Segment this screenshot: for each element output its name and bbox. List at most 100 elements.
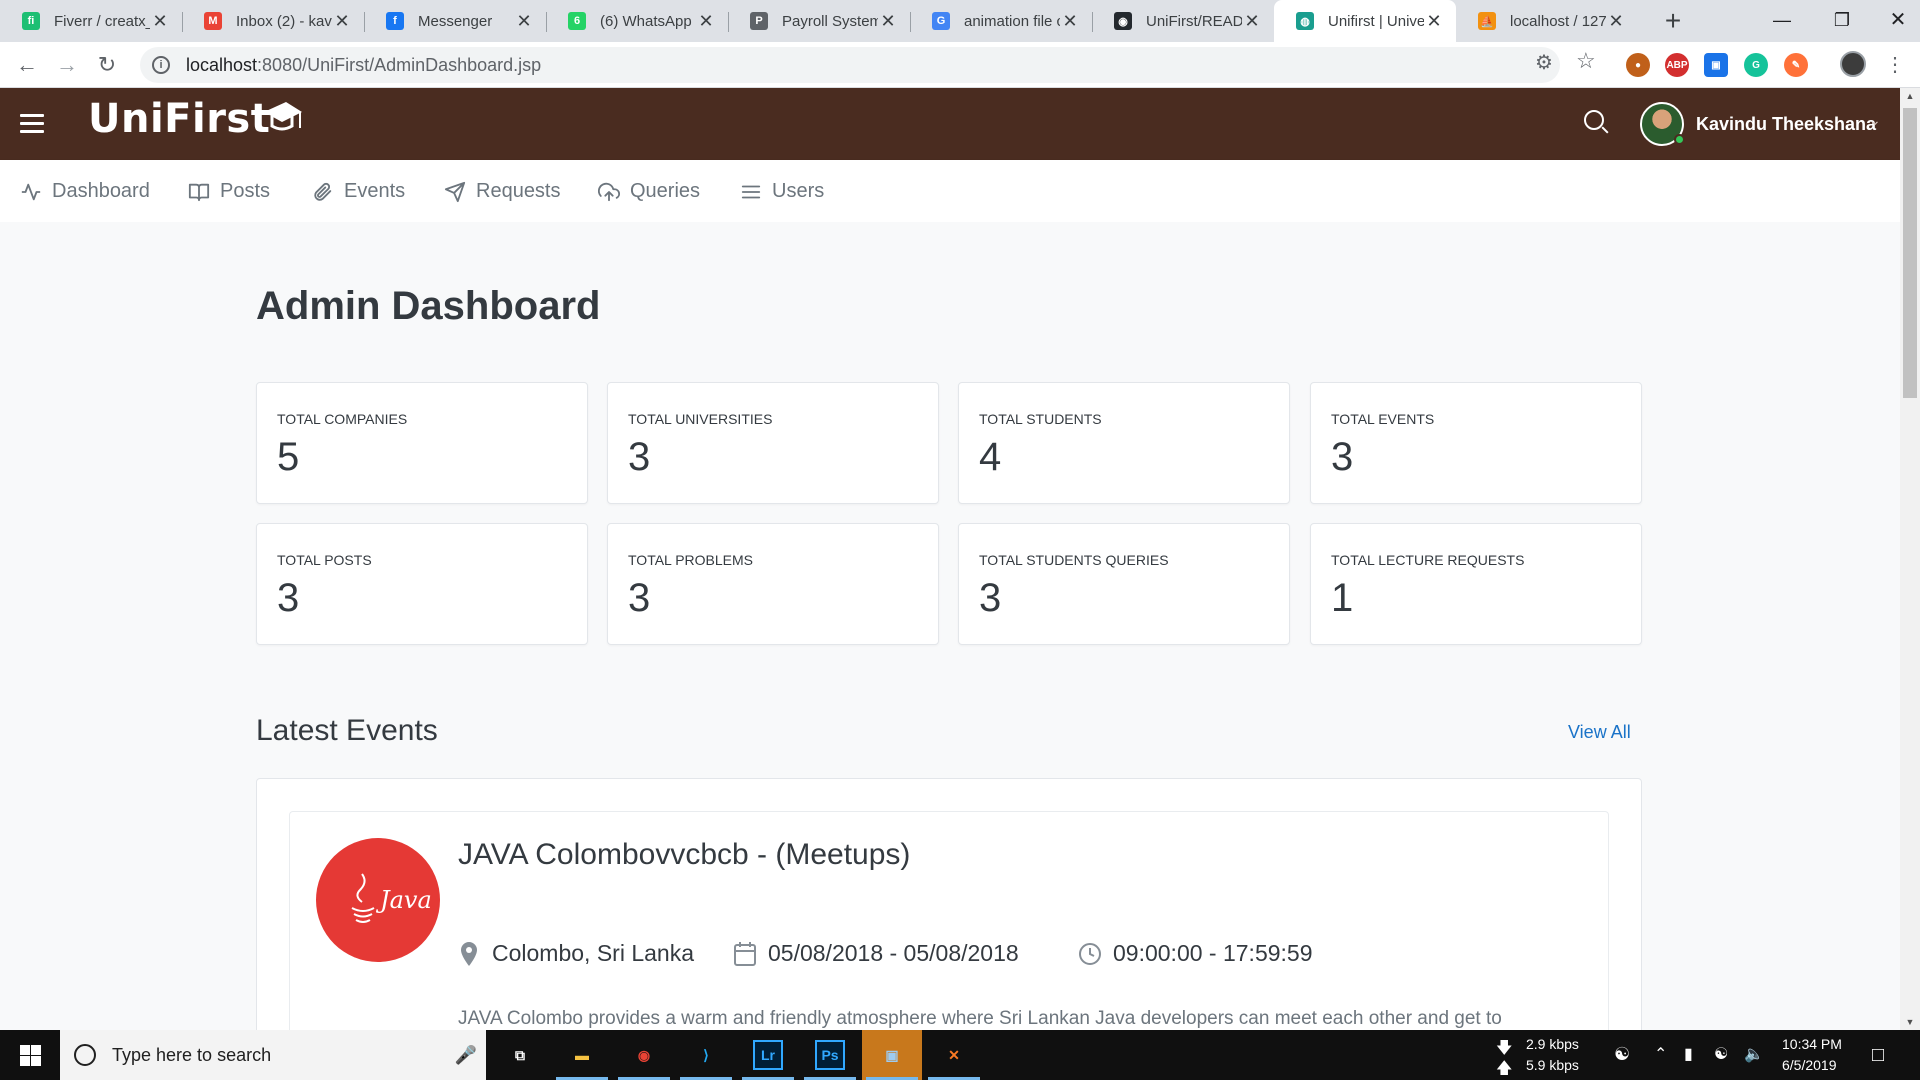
hamburger-menu-icon[interactable] xyxy=(20,114,44,134)
reload-button[interactable]: ↻ xyxy=(92,50,122,80)
adblock-plus-icon[interactable]: ABP xyxy=(1665,53,1689,77)
vscode-icon: ⟩ xyxy=(703,1046,709,1063)
view-all-events-link[interactable]: View All xyxy=(1568,722,1631,743)
translate-icon[interactable]: ⚙ xyxy=(1535,50,1553,75)
battery-icon[interactable]: ▮ xyxy=(1684,1044,1693,1064)
browser-tab-title: UniFirst/READM xyxy=(1146,12,1242,30)
net-up-speed: 5.9 kbps xyxy=(1526,1057,1579,1073)
stat-card-students[interactable]: TOTAL STUDENTS 4 xyxy=(958,382,1290,504)
taskbar-app-xampp[interactable]: ✕ xyxy=(924,1030,984,1080)
tab-close-icon[interactable]: ✕ xyxy=(150,11,170,32)
page-scrollbar[interactable]: ▲ ▼ xyxy=(1900,88,1920,1030)
taskbar-app-task-view[interactable]: ⧉ xyxy=(490,1030,550,1080)
stat-card-student-queries[interactable]: TOTAL STUDENTS QUERIES 3 xyxy=(958,523,1290,645)
site-info-icon[interactable]: i xyxy=(152,56,170,74)
nav-item-events[interactable]: Events xyxy=(312,180,405,203)
microphone-icon[interactable]: 🎤 xyxy=(446,1045,486,1066)
tab-close-icon[interactable]: ✕ xyxy=(1242,11,1262,32)
taskbar-app-virtualbox[interactable]: ▣ xyxy=(862,1030,922,1080)
tab-close-icon[interactable]: ✕ xyxy=(878,11,898,32)
stat-card-companies[interactable]: TOTAL COMPANIES 5 xyxy=(256,382,588,504)
user-name[interactable]: Kavindu Theekshana xyxy=(1696,114,1876,135)
extension-save-icon[interactable]: ▣ xyxy=(1704,53,1728,77)
url-text[interactable]: localhost:8080/UniFirst/AdminDashboard.j… xyxy=(186,55,541,76)
tab-close-icon[interactable]: ✕ xyxy=(1424,11,1444,32)
tab-close-icon[interactable]: ✕ xyxy=(696,11,716,32)
people-icon[interactable]: ☯ xyxy=(1614,1044,1630,1065)
nav-item-dashboard[interactable]: Dashboard xyxy=(20,180,150,203)
taskbar-app-vscode[interactable]: ⟩ xyxy=(676,1030,736,1080)
stat-card-posts[interactable]: TOTAL POSTS 3 xyxy=(256,523,588,645)
list-icon xyxy=(741,185,761,198)
url-path: :8080/UniFirst/AdminDashboard.jsp xyxy=(257,54,542,75)
stat-label: TOTAL LECTURE REQUESTS xyxy=(1331,552,1525,568)
browser-tab[interactable]: Ganimation file c ✕ xyxy=(910,0,1092,42)
back-button[interactable]: ← xyxy=(12,50,42,80)
minimize-button[interactable]: — xyxy=(1752,0,1812,42)
browser-tab[interactable]: M Inbox (2) - kavi ✕ xyxy=(182,0,364,42)
scrollbar-thumb[interactable] xyxy=(1903,108,1917,398)
event-card[interactable]: Java JAVA Colombovvcbcb - (Meetups) Colo… xyxy=(289,811,1609,1030)
github-icon: ◉ xyxy=(1114,12,1132,30)
scroll-down-arrow-icon[interactable]: ▼ xyxy=(1900,1014,1920,1030)
nav-label-users: Users xyxy=(772,180,825,202)
extension-cookie-icon[interactable]: ● xyxy=(1626,53,1650,77)
close-window-button[interactable]: ✕ xyxy=(1868,0,1920,42)
taskbar-app-file-explorer[interactable]: ▬ xyxy=(552,1030,612,1080)
tray-chevron-up-icon[interactable]: ⌃ xyxy=(1654,1044,1667,1064)
stat-card-events[interactable]: TOTAL EVENTS 3 xyxy=(1310,382,1642,504)
volume-icon[interactable]: 🔈 xyxy=(1744,1044,1764,1064)
google-icon: G xyxy=(932,12,950,30)
browser-tab[interactable]: fi Fiverr / creatx_c✕ xyxy=(0,0,182,42)
unifirst-logo[interactable]: UniFirst xyxy=(88,96,270,142)
tab-close-icon[interactable]: ✕ xyxy=(1606,11,1626,32)
address-bar[interactable]: i localhost:8080/UniFirst/AdminDashboard… xyxy=(140,47,1560,83)
nav-item-requests[interactable]: Requests xyxy=(444,180,561,203)
tab-close-icon[interactable]: ✕ xyxy=(514,11,534,32)
browser-menu-icon[interactable]: ⋮ xyxy=(1880,50,1910,80)
bookmark-star-icon[interactable]: ☆ xyxy=(1576,48,1596,74)
stat-card-lecture-requests[interactable]: TOTAL LECTURE REQUESTS 1 xyxy=(1310,523,1642,645)
stat-card-universities[interactable]: TOTAL UNIVERSITIES 3 xyxy=(607,382,939,504)
forward-button[interactable]: → xyxy=(52,50,82,80)
action-center-icon[interactable]: □ xyxy=(1872,1044,1884,1067)
taskbar-app-photoshop[interactable]: Ps xyxy=(800,1030,860,1080)
taskbar-app-chrome[interactable]: ◉ xyxy=(614,1030,674,1080)
whatsapp-icon: 6 xyxy=(568,12,586,30)
event-title[interactable]: JAVA Colombovvcbcb - (Meetups) xyxy=(458,838,910,872)
windows-start-button[interactable] xyxy=(0,1030,60,1080)
browser-tab[interactable]: ⛵ localhost / 127 ✕ xyxy=(1456,0,1638,42)
network-up-arrow-icon: 🡅 xyxy=(1496,1060,1513,1077)
event-logo: Java xyxy=(316,838,440,962)
browser-tab[interactable]: ◉ UniFirst/READM✕ xyxy=(1092,0,1274,42)
browser-toolbar: ← → ↻ i localhost:8080/UniFirst/AdminDas… xyxy=(0,42,1920,88)
page-title: Admin Dashboard xyxy=(256,284,601,328)
restore-button[interactable]: ❐ xyxy=(1812,0,1872,42)
stat-label: TOTAL STUDENTS QUERIES xyxy=(979,552,1169,568)
taskbar-app-lightroom[interactable]: Lr xyxy=(738,1030,798,1080)
browser-tab[interactable]: P Payroll System ✕ xyxy=(728,0,910,42)
grammarly-icon[interactable]: G xyxy=(1744,53,1768,77)
wifi-icon[interactable]: ☯ xyxy=(1714,1044,1728,1064)
browser-tab[interactable]: ◍ Unifirst | Univer ✕ xyxy=(1274,0,1456,42)
tab-close-icon[interactable]: ✕ xyxy=(332,11,352,32)
stat-card-problems[interactable]: TOTAL PROBLEMS 3 xyxy=(607,523,939,645)
tab-close-icon[interactable]: ✕ xyxy=(1060,11,1080,32)
browser-tab[interactable]: 6 (6) WhatsApp ✕ xyxy=(546,0,728,42)
taskbar-search-box[interactable]: Type here to search 🎤 xyxy=(60,1030,486,1080)
extension-orange-icon[interactable]: ✎ xyxy=(1784,53,1808,77)
search-icon[interactable] xyxy=(1584,110,1610,136)
clock-date[interactable]: 6/5/2019 xyxy=(1782,1057,1837,1073)
browser-tab[interactable]: f Messenger ✕ xyxy=(364,0,546,42)
nav-item-users[interactable]: Users xyxy=(740,180,824,203)
stat-value: 3 xyxy=(628,576,651,620)
clock-time[interactable]: 10:34 PM xyxy=(1782,1036,1842,1052)
browser-tab-title: localhost / 127 xyxy=(1510,12,1606,30)
new-tab-button[interactable]: + xyxy=(1656,4,1690,38)
browser-tab-title: Fiverr / creatx_c xyxy=(54,12,150,30)
chevron-down-icon[interactable]: ⌄ xyxy=(1869,112,1881,129)
profile-avatar-icon[interactable] xyxy=(1840,51,1866,77)
scroll-up-arrow-icon[interactable]: ▲ xyxy=(1900,88,1920,104)
nav-item-queries[interactable]: Queries xyxy=(598,180,700,203)
nav-item-posts[interactable]: Posts xyxy=(188,180,270,203)
